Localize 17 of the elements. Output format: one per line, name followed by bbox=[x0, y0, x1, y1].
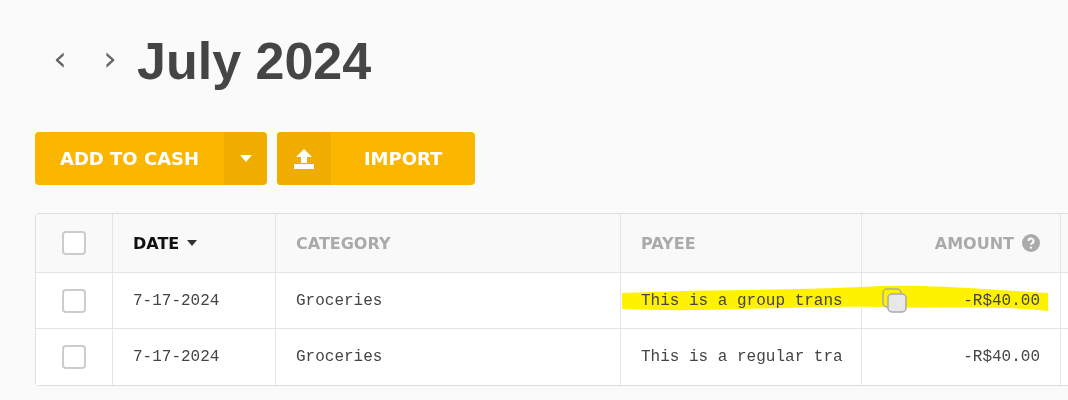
column-header[interactable]: DATE bbox=[133, 233, 180, 253]
payee-cell: This is a group trans bbox=[641, 291, 843, 310]
column-header[interactable]: AMOUNT bbox=[934, 233, 1014, 253]
category-cell: Groceries bbox=[296, 291, 383, 310]
date-cell: 7-17-2024 bbox=[133, 291, 220, 310]
add-to-cash-button[interactable]: ADD TO CASH bbox=[35, 132, 225, 185]
column-header[interactable]: CATEGORY bbox=[296, 233, 391, 253]
column-header[interactable]: PAYEE bbox=[641, 233, 696, 253]
date-cell: 7-17-2024 bbox=[133, 348, 220, 366]
amount-cell: -R$40.00 bbox=[963, 291, 1040, 310]
import-button[interactable]: IMPORT bbox=[277, 132, 476, 185]
category-cell: Groceries bbox=[296, 348, 383, 366]
next-month-button[interactable]: › bbox=[85, 41, 135, 81]
payee-cell: This is a regular tra bbox=[641, 348, 843, 366]
amount-cell: -R$40.00 bbox=[963, 348, 1040, 366]
month-title: July 2024 bbox=[137, 31, 372, 91]
previous-month-button[interactable]: ‹ bbox=[35, 41, 85, 81]
